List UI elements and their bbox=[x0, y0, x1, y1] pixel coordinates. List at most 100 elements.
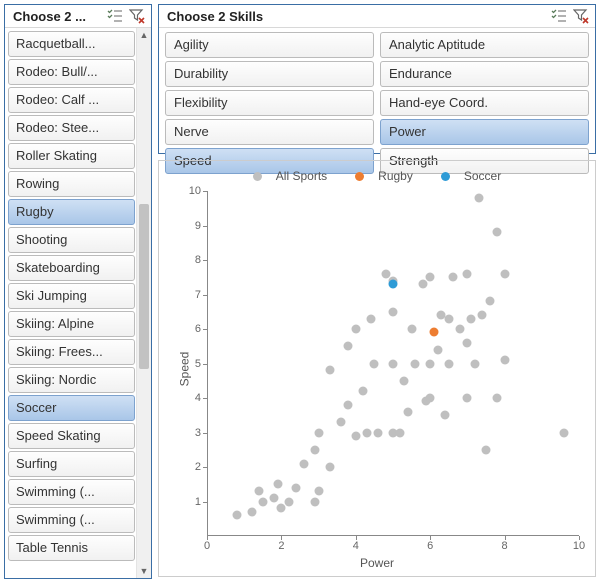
data-point bbox=[314, 428, 323, 437]
sports-scrollbar[interactable]: ▲ ▼ bbox=[136, 28, 151, 578]
data-point bbox=[482, 445, 491, 454]
app-root: Choose 2 ... Racquetball...Rodeo: Bull/.… bbox=[0, 0, 600, 581]
sports-item[interactable]: Swimming (... bbox=[8, 479, 135, 505]
sports-item[interactable]: Roller Skating bbox=[8, 143, 135, 169]
data-point bbox=[325, 463, 334, 472]
data-point bbox=[310, 445, 319, 454]
y-tick-mark bbox=[203, 226, 207, 227]
data-point bbox=[444, 359, 453, 368]
legend-entry: Rugby bbox=[348, 169, 420, 183]
multiselect-icon[interactable] bbox=[551, 8, 567, 24]
sports-item[interactable]: Racquetball... bbox=[8, 31, 135, 57]
scroll-thumb[interactable] bbox=[139, 204, 149, 369]
data-point bbox=[467, 314, 476, 323]
data-point bbox=[232, 511, 241, 520]
data-point bbox=[463, 394, 472, 403]
sports-item[interactable]: Rodeo: Calf ... bbox=[8, 87, 135, 113]
scroll-down-icon[interactable]: ▼ bbox=[137, 564, 151, 578]
x-tick-mark bbox=[207, 536, 208, 540]
data-point bbox=[336, 418, 345, 427]
data-point bbox=[463, 338, 472, 347]
data-point bbox=[351, 325, 360, 334]
sports-item[interactable]: Speed Skating bbox=[8, 423, 135, 449]
data-point bbox=[426, 394, 435, 403]
legend-label: Rugby bbox=[378, 169, 413, 183]
multiselect-icon[interactable] bbox=[107, 8, 123, 24]
sports-item[interactable]: Table Tennis bbox=[8, 535, 135, 561]
sports-item[interactable]: Soccer bbox=[8, 395, 135, 421]
skill-item[interactable]: Flexibility bbox=[165, 90, 374, 116]
scroll-up-icon[interactable]: ▲ bbox=[137, 28, 151, 42]
data-point bbox=[325, 366, 334, 375]
sports-item[interactable]: Skiing: Nordic bbox=[8, 367, 135, 393]
data-point bbox=[500, 269, 509, 278]
sports-item[interactable]: Rugby bbox=[8, 199, 135, 225]
legend-label: Soccer bbox=[464, 169, 501, 183]
data-point bbox=[433, 345, 442, 354]
data-point bbox=[299, 459, 308, 468]
sports-item[interactable]: Rodeo: Stee... bbox=[8, 115, 135, 141]
skill-item[interactable]: Endurance bbox=[380, 61, 589, 87]
plot-area: 123456789100246810 bbox=[207, 191, 579, 536]
sports-item[interactable]: Skateboarding bbox=[8, 255, 135, 281]
sports-item[interactable]: Surfing bbox=[8, 451, 135, 477]
sports-panel-title: Choose 2 ... bbox=[13, 9, 107, 24]
data-point bbox=[426, 273, 435, 282]
y-axis-line bbox=[207, 191, 208, 536]
x-tick-mark bbox=[505, 536, 506, 540]
y-tick-mark bbox=[203, 398, 207, 399]
data-point bbox=[344, 400, 353, 409]
skills-panel-title: Choose 2 Skills bbox=[167, 9, 551, 24]
sports-item[interactable]: Rodeo: Bull/... bbox=[8, 59, 135, 85]
sports-list-body: Racquetball...Rodeo: Bull/...Rodeo: Calf… bbox=[5, 28, 151, 578]
data-point bbox=[366, 314, 375, 323]
skills-grid: AgilityAnalytic AptitudeDurabilityEndura… bbox=[159, 28, 595, 178]
data-point bbox=[389, 280, 398, 289]
data-point bbox=[389, 359, 398, 368]
y-tick-mark bbox=[203, 502, 207, 503]
sports-item[interactable]: Skiing: Alpine bbox=[8, 311, 135, 337]
data-point bbox=[370, 359, 379, 368]
legend-marker-icon bbox=[253, 172, 262, 181]
sports-item[interactable]: Rowing bbox=[8, 171, 135, 197]
data-point bbox=[474, 193, 483, 202]
skill-item[interactable]: Power bbox=[380, 119, 589, 145]
data-point bbox=[411, 359, 420, 368]
clear-filter-icon[interactable] bbox=[129, 8, 145, 24]
skill-item[interactable]: Agility bbox=[165, 32, 374, 58]
sports-list: Racquetball...Rodeo: Bull/...Rodeo: Calf… bbox=[8, 31, 135, 575]
data-point bbox=[284, 497, 293, 506]
data-point bbox=[403, 407, 412, 416]
data-point bbox=[400, 376, 409, 385]
skill-item[interactable]: Nerve bbox=[165, 119, 374, 145]
chart-legend: All Sports Rugby Soccer bbox=[163, 165, 591, 183]
data-point bbox=[463, 269, 472, 278]
y-tick-mark bbox=[203, 329, 207, 330]
data-point bbox=[255, 487, 264, 496]
skill-item[interactable]: Hand-eye Coord. bbox=[380, 90, 589, 116]
sports-item[interactable]: Ski Jumping bbox=[8, 283, 135, 309]
skill-item[interactable]: Durability bbox=[165, 61, 374, 87]
data-point bbox=[292, 483, 301, 492]
data-point bbox=[389, 307, 398, 316]
data-point bbox=[455, 325, 464, 334]
x-tick-mark bbox=[579, 536, 580, 540]
data-point bbox=[351, 431, 360, 440]
legend-marker-icon bbox=[355, 172, 364, 181]
legend-entry: All Sports bbox=[246, 169, 334, 183]
sports-item[interactable]: Skiing: Frees... bbox=[8, 339, 135, 365]
data-point bbox=[310, 497, 319, 506]
x-tick-mark bbox=[430, 536, 431, 540]
y-tick-mark bbox=[203, 260, 207, 261]
sports-panel: Choose 2 ... Racquetball...Rodeo: Bull/.… bbox=[4, 4, 152, 579]
data-point bbox=[429, 328, 438, 337]
skill-item[interactable]: Analytic Aptitude bbox=[380, 32, 589, 58]
data-point bbox=[258, 497, 267, 506]
sports-item[interactable]: Shooting bbox=[8, 227, 135, 253]
sports-item[interactable]: Swimming (... bbox=[8, 507, 135, 533]
clear-filter-icon[interactable] bbox=[573, 8, 589, 24]
data-point bbox=[359, 387, 368, 396]
data-point bbox=[396, 428, 405, 437]
legend-marker-icon bbox=[441, 172, 450, 181]
data-point bbox=[247, 507, 256, 516]
